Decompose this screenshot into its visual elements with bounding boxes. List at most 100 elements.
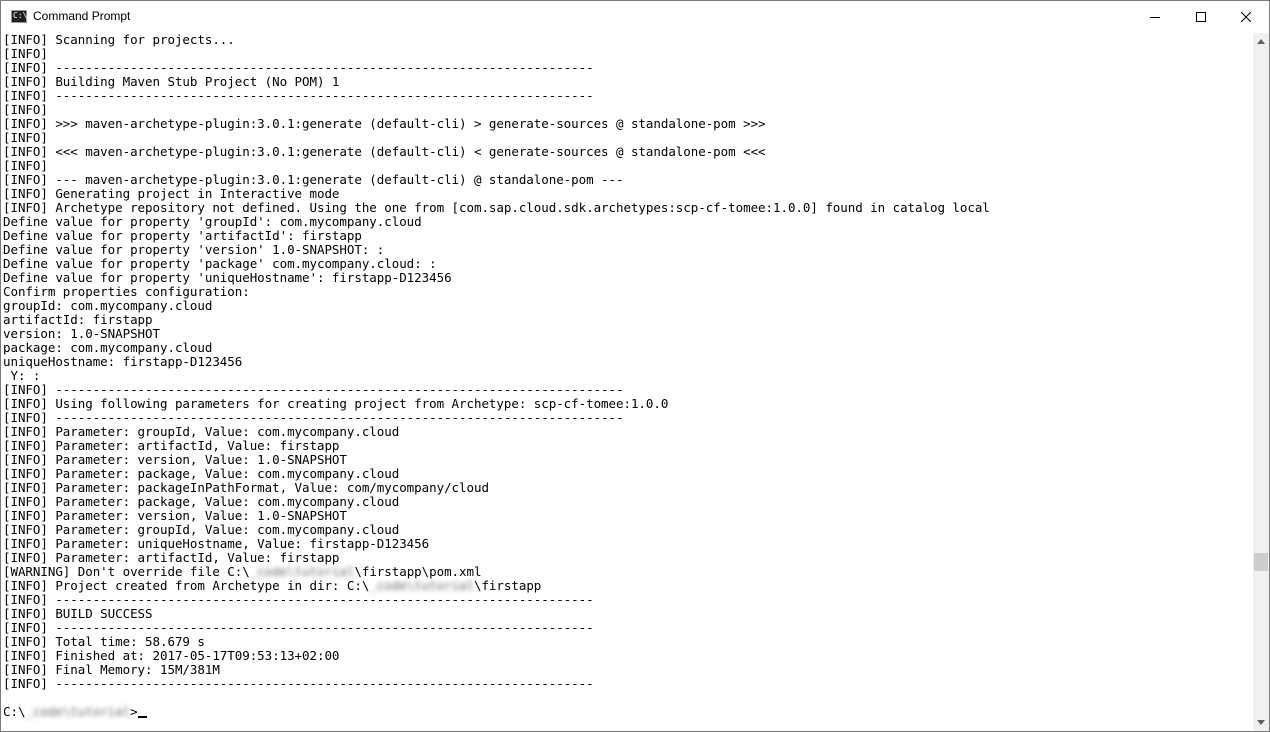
console-text: [INFO] ---------------------------------… <box>3 592 594 607</box>
console-line: [INFO] <box>3 47 48 61</box>
console-line: [INFO] ---------------------------------… <box>3 621 594 635</box>
redacted-path: _code\tutorial <box>369 578 474 593</box>
console-text: [INFO] Archetype repository not defined.… <box>3 200 990 215</box>
console-line: [INFO] Parameter: packageInPathFormat, V… <box>3 481 489 495</box>
console-line: [INFO] <box>3 131 48 145</box>
console-line: [INFO] Parameter: version, Value: 1.0-SN… <box>3 453 347 467</box>
console-text: [INFO] Parameter: groupId, Value: com.my… <box>3 522 400 537</box>
console-text: [INFO] ---------------------------------… <box>3 676 594 691</box>
console-text: [INFO] <box>3 46 48 61</box>
vertical-scrollbar[interactable] <box>1253 33 1269 731</box>
console-text: version: 1.0-SNAPSHOT <box>3 326 160 341</box>
console-line: Confirm properties configuration: <box>3 285 250 299</box>
console-text: [WARNING] Don't override file C:\ <box>3 564 250 579</box>
console-line: package: com.mycompany.cloud <box>3 341 212 355</box>
minimize-button[interactable] <box>1132 1 1178 32</box>
console-line: [INFO] Parameter: uniqueHostname, Value:… <box>3 537 429 551</box>
console-line: [INFO] Parameter: package, Value: com.my… <box>3 495 399 509</box>
console-line: [INFO] Parameter: groupId, Value: com.my… <box>3 523 399 537</box>
console-line: [INFO] Archetype repository not defined.… <box>3 201 990 215</box>
console-line: [INFO] ---------------------------------… <box>3 677 594 691</box>
console-text: Define value for property 'version' 1.0-… <box>3 242 385 257</box>
console-text: [INFO] Scanning for projects... <box>3 33 235 47</box>
console-text: [INFO] ---------------------------------… <box>3 60 594 75</box>
console-text: [INFO] Parameter: artifactId, Value: fir… <box>3 550 340 565</box>
console-text: [INFO] Parameter: version, Value: 1.0-SN… <box>3 508 347 523</box>
console-text: Define value for property 'artifactId': … <box>3 228 362 243</box>
console-text: [INFO] Parameter: groupId, Value: com.my… <box>3 424 400 439</box>
console-text: [INFO] --- maven-archetype-plugin:3.0.1:… <box>3 172 624 187</box>
console-line: [INFO] <box>3 103 48 117</box>
scroll-up-button[interactable] <box>1253 33 1269 50</box>
console-line: [INFO] Parameter: version, Value: 1.0-SN… <box>3 509 347 523</box>
console-line: [INFO] Parameter: groupId, Value: com.my… <box>3 425 399 439</box>
console-text: [INFO] Parameter: package, Value: com.my… <box>3 466 400 481</box>
console-text: \firstapp\pom.xml <box>354 564 482 579</box>
console-line: Define value for property 'groupId': com… <box>3 215 422 229</box>
console-line: [INFO] Finished at: 2017-05-17T09:53:13+… <box>3 649 339 663</box>
console-line: [INFO] ---------------------------------… <box>3 61 594 75</box>
console-text: \firstapp <box>473 578 542 593</box>
console-output[interactable]: [INFO] Scanning for projects... [INFO] [IN… <box>3 33 1251 727</box>
console-line: Define value for property 'uniqueHostnam… <box>3 271 452 285</box>
console-line: [INFO] Generating project in Interactive… <box>3 187 339 201</box>
console-text: Define value for property 'groupId': com… <box>3 214 422 229</box>
console-text: [INFO] <box>3 130 48 145</box>
console-line: [INFO] ---------------------------------… <box>3 89 594 103</box>
console-text: [INFO] Finished at: 2017-05-17T09:53:13+… <box>3 648 340 663</box>
console-text: > <box>130 704 138 719</box>
console-line: [INFO] Parameter: artifactId, Value: fir… <box>3 439 339 453</box>
console-line: [INFO] Parameter: artifactId, Value: fir… <box>3 551 339 565</box>
console-text: [INFO] Using following parameters for cr… <box>3 396 669 411</box>
console-text: [INFO] Parameter: artifactId, Value: fir… <box>3 438 340 453</box>
arrow-down-icon <box>1257 720 1265 725</box>
maximize-button[interactable] <box>1178 1 1224 32</box>
console-text: Confirm properties configuration: <box>3 284 250 299</box>
title-bar[interactable]: C:\ Command Prompt <box>1 1 1269 32</box>
console-line: [INFO] Scanning for projects... <box>3 33 235 47</box>
console-text: uniqueHostname: firstapp-D123456 <box>3 354 243 369</box>
console-line: uniqueHostname: firstapp-D123456 <box>3 355 242 369</box>
console-text: package: com.mycompany.cloud <box>3 340 213 355</box>
minimize-icon <box>1150 16 1160 18</box>
window-title: Command Prompt <box>33 9 131 23</box>
console-text: [INFO] ---------------------------------… <box>3 382 624 397</box>
redacted-path: _code\tutorial <box>25 704 131 719</box>
console-line: [INFO] Using following parameters for cr… <box>3 397 668 411</box>
console-line: [INFO] Parameter: package, Value: com.my… <box>3 467 399 481</box>
console-line: [INFO] <box>3 159 48 173</box>
console-text: [INFO] Generating project in Interactive… <box>3 186 340 201</box>
console-text: [INFO] Parameter: packageInPathFormat, V… <box>3 480 489 495</box>
console-text: [INFO] Parameter: version, Value: 1.0-SN… <box>3 452 347 467</box>
close-button[interactable] <box>1223 1 1269 32</box>
console-text: [INFO] Total time: 58.679 s <box>3 634 205 649</box>
console-line: C:\_code\tutorial> <box>3 705 147 719</box>
text-cursor <box>137 716 147 718</box>
console-text: [INFO] <<< maven-archetype-plugin:3.0.1:… <box>3 144 766 159</box>
console-line: [INFO] Total time: 58.679 s <box>3 635 205 649</box>
console-line: [INFO] >>> maven-archetype-plugin:3.0.1:… <box>3 117 766 131</box>
console-line: [INFO] Project created from Archetype in… <box>3 579 541 593</box>
console-text: [INFO] >>> maven-archetype-plugin:3.0.1:… <box>3 116 766 131</box>
console-text: groupId: com.mycompany.cloud <box>3 298 213 313</box>
maximize-icon <box>1196 11 1206 22</box>
close-icon <box>1241 11 1251 22</box>
command-prompt-window: C:\ Command Prompt [INFO] Scanning for p… <box>0 0 1270 732</box>
scroll-thumb[interactable] <box>1254 553 1268 571</box>
console-text: artifactId: firstapp <box>3 312 153 327</box>
console-text: Y: : <box>3 368 41 383</box>
console-line: [INFO] <<< maven-archetype-plugin:3.0.1:… <box>3 145 766 159</box>
console-text: C:\ <box>3 704 26 719</box>
console-line: [INFO] Building Maven Stub Project (No P… <box>3 75 339 89</box>
console-text: [INFO] <box>3 102 48 117</box>
scroll-down-button[interactable] <box>1253 714 1269 731</box>
console-text: [INFO] ---------------------------------… <box>3 620 594 635</box>
console-line: [INFO] ---------------------------------… <box>3 593 594 607</box>
console-text: [INFO] Project created from Archetype in… <box>3 578 370 593</box>
console-line: artifactId: firstapp <box>3 313 153 327</box>
console-line: version: 1.0-SNAPSHOT <box>3 327 160 341</box>
redacted-path: _code\tutorial <box>249 564 355 579</box>
console-line: [INFO] Final Memory: 15M/381M <box>3 663 220 677</box>
console-line: [WARNING] Don't override file C:\_code\t… <box>3 564 482 579</box>
console-text: [INFO] ---------------------------------… <box>3 88 594 103</box>
